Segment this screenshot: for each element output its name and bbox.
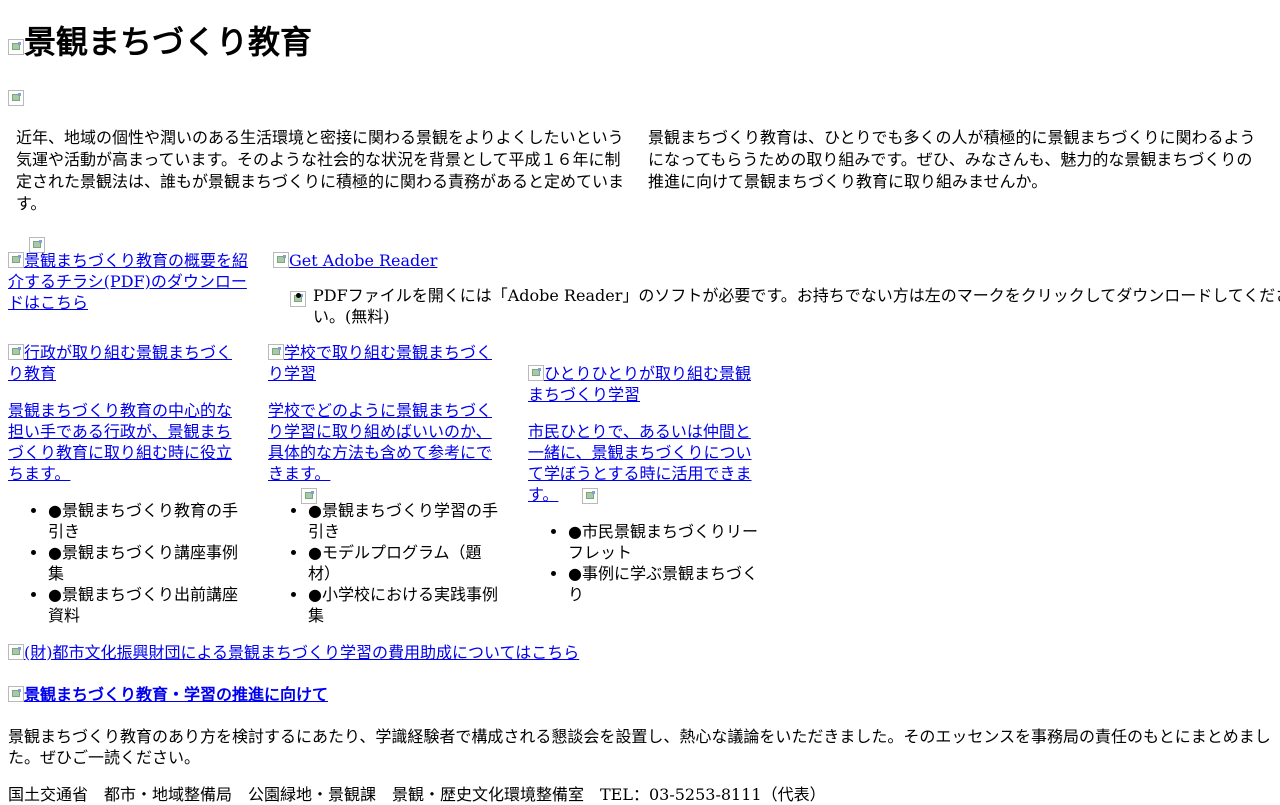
- get-adobe-reader-link[interactable]: Get Adobe Reader: [273, 250, 437, 271]
- flyer-image-icon: [8, 252, 24, 268]
- citizen-image-link-text: ひとりひとりが取り組む景観まちづくり学習: [528, 364, 752, 404]
- school-image-icon: [268, 344, 284, 360]
- citizen-image-link[interactable]: ひとりひとりが取り組む景観まちづくり学習: [528, 364, 751, 404]
- list-item: ●景観まちづくり講座事例集: [48, 542, 243, 584]
- page-title-text: 景観まちづくり教育: [24, 23, 313, 61]
- government-image-link[interactable]: 行政が取り組む景観まちづくり教育: [8, 343, 232, 383]
- promotion-heading-link[interactable]: 景観まちづくり教育・学習の推進に向けて: [8, 684, 328, 705]
- hero-image-icon: [8, 90, 24, 106]
- title-image-icon: [8, 39, 24, 55]
- government-items-list: ●景観まちづくり教育の手引き ●景観まちづくり講座事例集 ●景観まちづくり出前講…: [8, 500, 243, 626]
- list-item: ●事例に学ぶ景観まちづくり: [568, 563, 763, 605]
- school-items-list: ●景観まちづくり学習の手引き ●モデルプログラム（題材） ●小学校における実践事…: [268, 500, 503, 626]
- government-description-link[interactable]: 景観まちづくり教育の中心的な担い手である行政が、景観まちづくり教育に取り組む時に…: [8, 401, 232, 483]
- get-adobe-reader-link-text: Get Adobe Reader: [289, 251, 438, 270]
- footer-contact: 国土交通省 都市・地域整備局 公園緑地・景観課 景観・歴史文化環境整備室 TEL…: [8, 785, 826, 804]
- list-item: ●小学校における実践事例集: [308, 584, 503, 626]
- list-item: ●景観まちづくり出前講座資料: [48, 584, 243, 626]
- flyer-download-link[interactable]: 景観まちづくり教育の概要を紹介するチラシ(PDF)のダウンロードはこちら: [8, 250, 253, 313]
- intro-right-text: 景観まちづくり教育は、ひとりでも多くの人が積極的に景観まちづくりに関わるようにな…: [648, 128, 1256, 191]
- list-item: ●市民景観まちづくりリーフレット: [568, 521, 763, 563]
- grant-link-text: (財)都市文化振興財団による景観まちづくり学習の費用助成についてはこちら: [24, 643, 580, 662]
- promotion-heading-text: 景観まちづくり教育・学習の推進に向けて: [24, 685, 329, 704]
- citizen-image-icon: [528, 365, 544, 381]
- flyer-download-link-text: 景観まちづくり教育の概要を紹介するチラシ(PDF)のダウンロードはこちら: [8, 251, 249, 312]
- citizen-description-link[interactable]: 市民ひとりで、あるいは仲間と一緒に、景観まちづくりについて学ぼうとする時に活用で…: [528, 422, 752, 504]
- page-title: 景観まちづくり教育: [8, 22, 312, 62]
- column-citizen: ひとりひとりが取り組む景観まちづくり学習 市民ひとりで、あるいは仲間と一緒に、景…: [528, 363, 758, 505]
- list-item: ●モデルプログラム（題材）: [308, 542, 503, 584]
- adobe-reader-icon: [273, 252, 289, 268]
- list-item: ●景観まちづくり学習の手引き: [308, 500, 503, 542]
- promotion-image-icon: [8, 686, 24, 702]
- school-image-link[interactable]: 学校で取り組む景観まちづくり学習: [268, 343, 492, 383]
- adobe-note-list: PDFファイルを開くには「Adobe Reader」のソフトが必要です。お持ちで…: [273, 285, 1280, 327]
- government-image-link-text: 行政が取り組む景観まちづくり教育: [8, 343, 233, 383]
- intro-left-text: 近年、地域の個性や潤いのある生活環境と密接に関わる景観をよりよくしたいという気運…: [16, 128, 625, 213]
- page-header: 景観まちづくり教育: [8, 22, 312, 62]
- grant-image-icon: [8, 644, 24, 660]
- government-image-icon: [8, 344, 24, 360]
- adobe-note-item: PDFファイルを開くには「Adobe Reader」のソフトが必要です。お持ちで…: [313, 285, 1280, 327]
- column-school: 学校で取り組む景観まちづくり学習 学校でどのように景観まちづくり学習に取り組めば…: [268, 342, 498, 484]
- citizen-items-list: ●市民景観まちづくりリーフレット ●事例に学ぶ景観まちづくり: [528, 521, 763, 605]
- promotion-text: 景観まちづくり教育のあり方を検討するにあたり、学識経験者で構成される懇談会を設置…: [8, 727, 1271, 767]
- column-government: 行政が取り組む景観まちづくり教育 景観まちづくり教育の中心的な担い手である行政が…: [8, 342, 238, 484]
- school-description-link[interactable]: 学校でどのように景観まちづくり学習に取り組めばいいのか、具体的な方法も含めて参考…: [268, 401, 492, 483]
- school-image-link-text: 学校で取り組む景観まちづくり学習: [268, 343, 493, 383]
- list-item: ●景観まちづくり教育の手引き: [48, 500, 243, 542]
- grant-link[interactable]: (財)都市文化振興財団による景観まちづくり学習の費用助成についてはこちら: [8, 642, 579, 663]
